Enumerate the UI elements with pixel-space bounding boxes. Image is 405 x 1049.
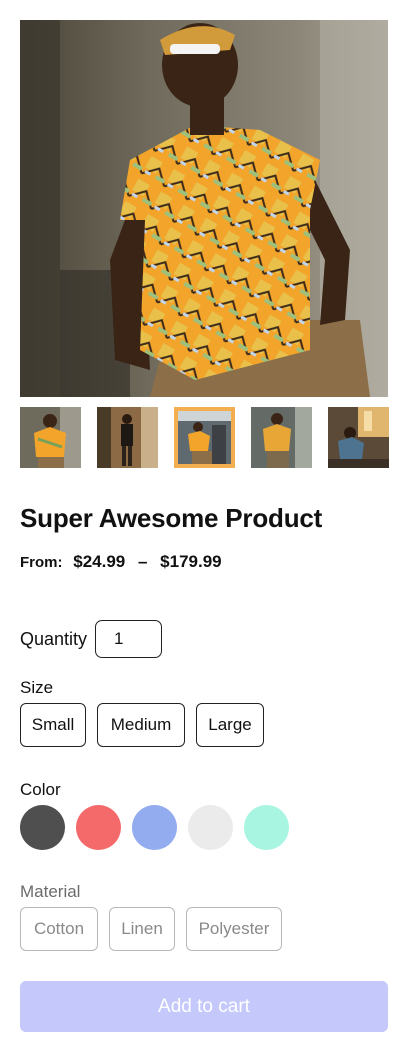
material-option-linen[interactable]: Linen [109, 907, 175, 951]
product-title: Super Awesome Product [20, 503, 323, 533]
thumbnail-strip [20, 407, 389, 468]
thumbnail-1[interactable] [20, 407, 81, 468]
color-swatch-blue[interactable] [132, 805, 177, 850]
thumbnail-5[interactable] [328, 407, 389, 468]
price-min: $24.99 [73, 552, 126, 571]
product-page: Super Awesome Product From: $24.99 – $17… [0, 0, 405, 1049]
size-option-large[interactable]: Large [196, 703, 264, 747]
color-swatch-mint[interactable] [244, 805, 289, 850]
quantity-input[interactable] [95, 620, 162, 658]
thumbnail-2[interactable] [97, 407, 158, 468]
material-option-cotton[interactable]: Cotton [20, 907, 98, 951]
color-swatch-red[interactable] [76, 805, 121, 850]
quantity-label: Quantity [20, 629, 88, 649]
price-separator: – [137, 552, 148, 571]
size-option-small[interactable]: Small [20, 703, 86, 747]
thumbnail-3[interactable] [174, 407, 235, 468]
thumbnail-4[interactable] [251, 407, 312, 468]
material-label: Material [20, 882, 81, 901]
material-option-polyester[interactable]: Polyester [186, 907, 282, 951]
price-prefix: From: [20, 554, 63, 571]
size-label: Size [20, 678, 54, 697]
color-swatch-light-gray[interactable] [188, 805, 233, 850]
color-swatch-dark-gray[interactable] [20, 805, 65, 850]
size-option-medium[interactable]: Medium [97, 703, 185, 747]
product-hero-image [20, 20, 388, 397]
color-label: Color [20, 780, 61, 799]
add-to-cart-button[interactable]: Add to cart [20, 981, 388, 1032]
price-range: From: $24.99 – $179.99 [20, 552, 222, 572]
price-max: $179.99 [160, 552, 222, 571]
